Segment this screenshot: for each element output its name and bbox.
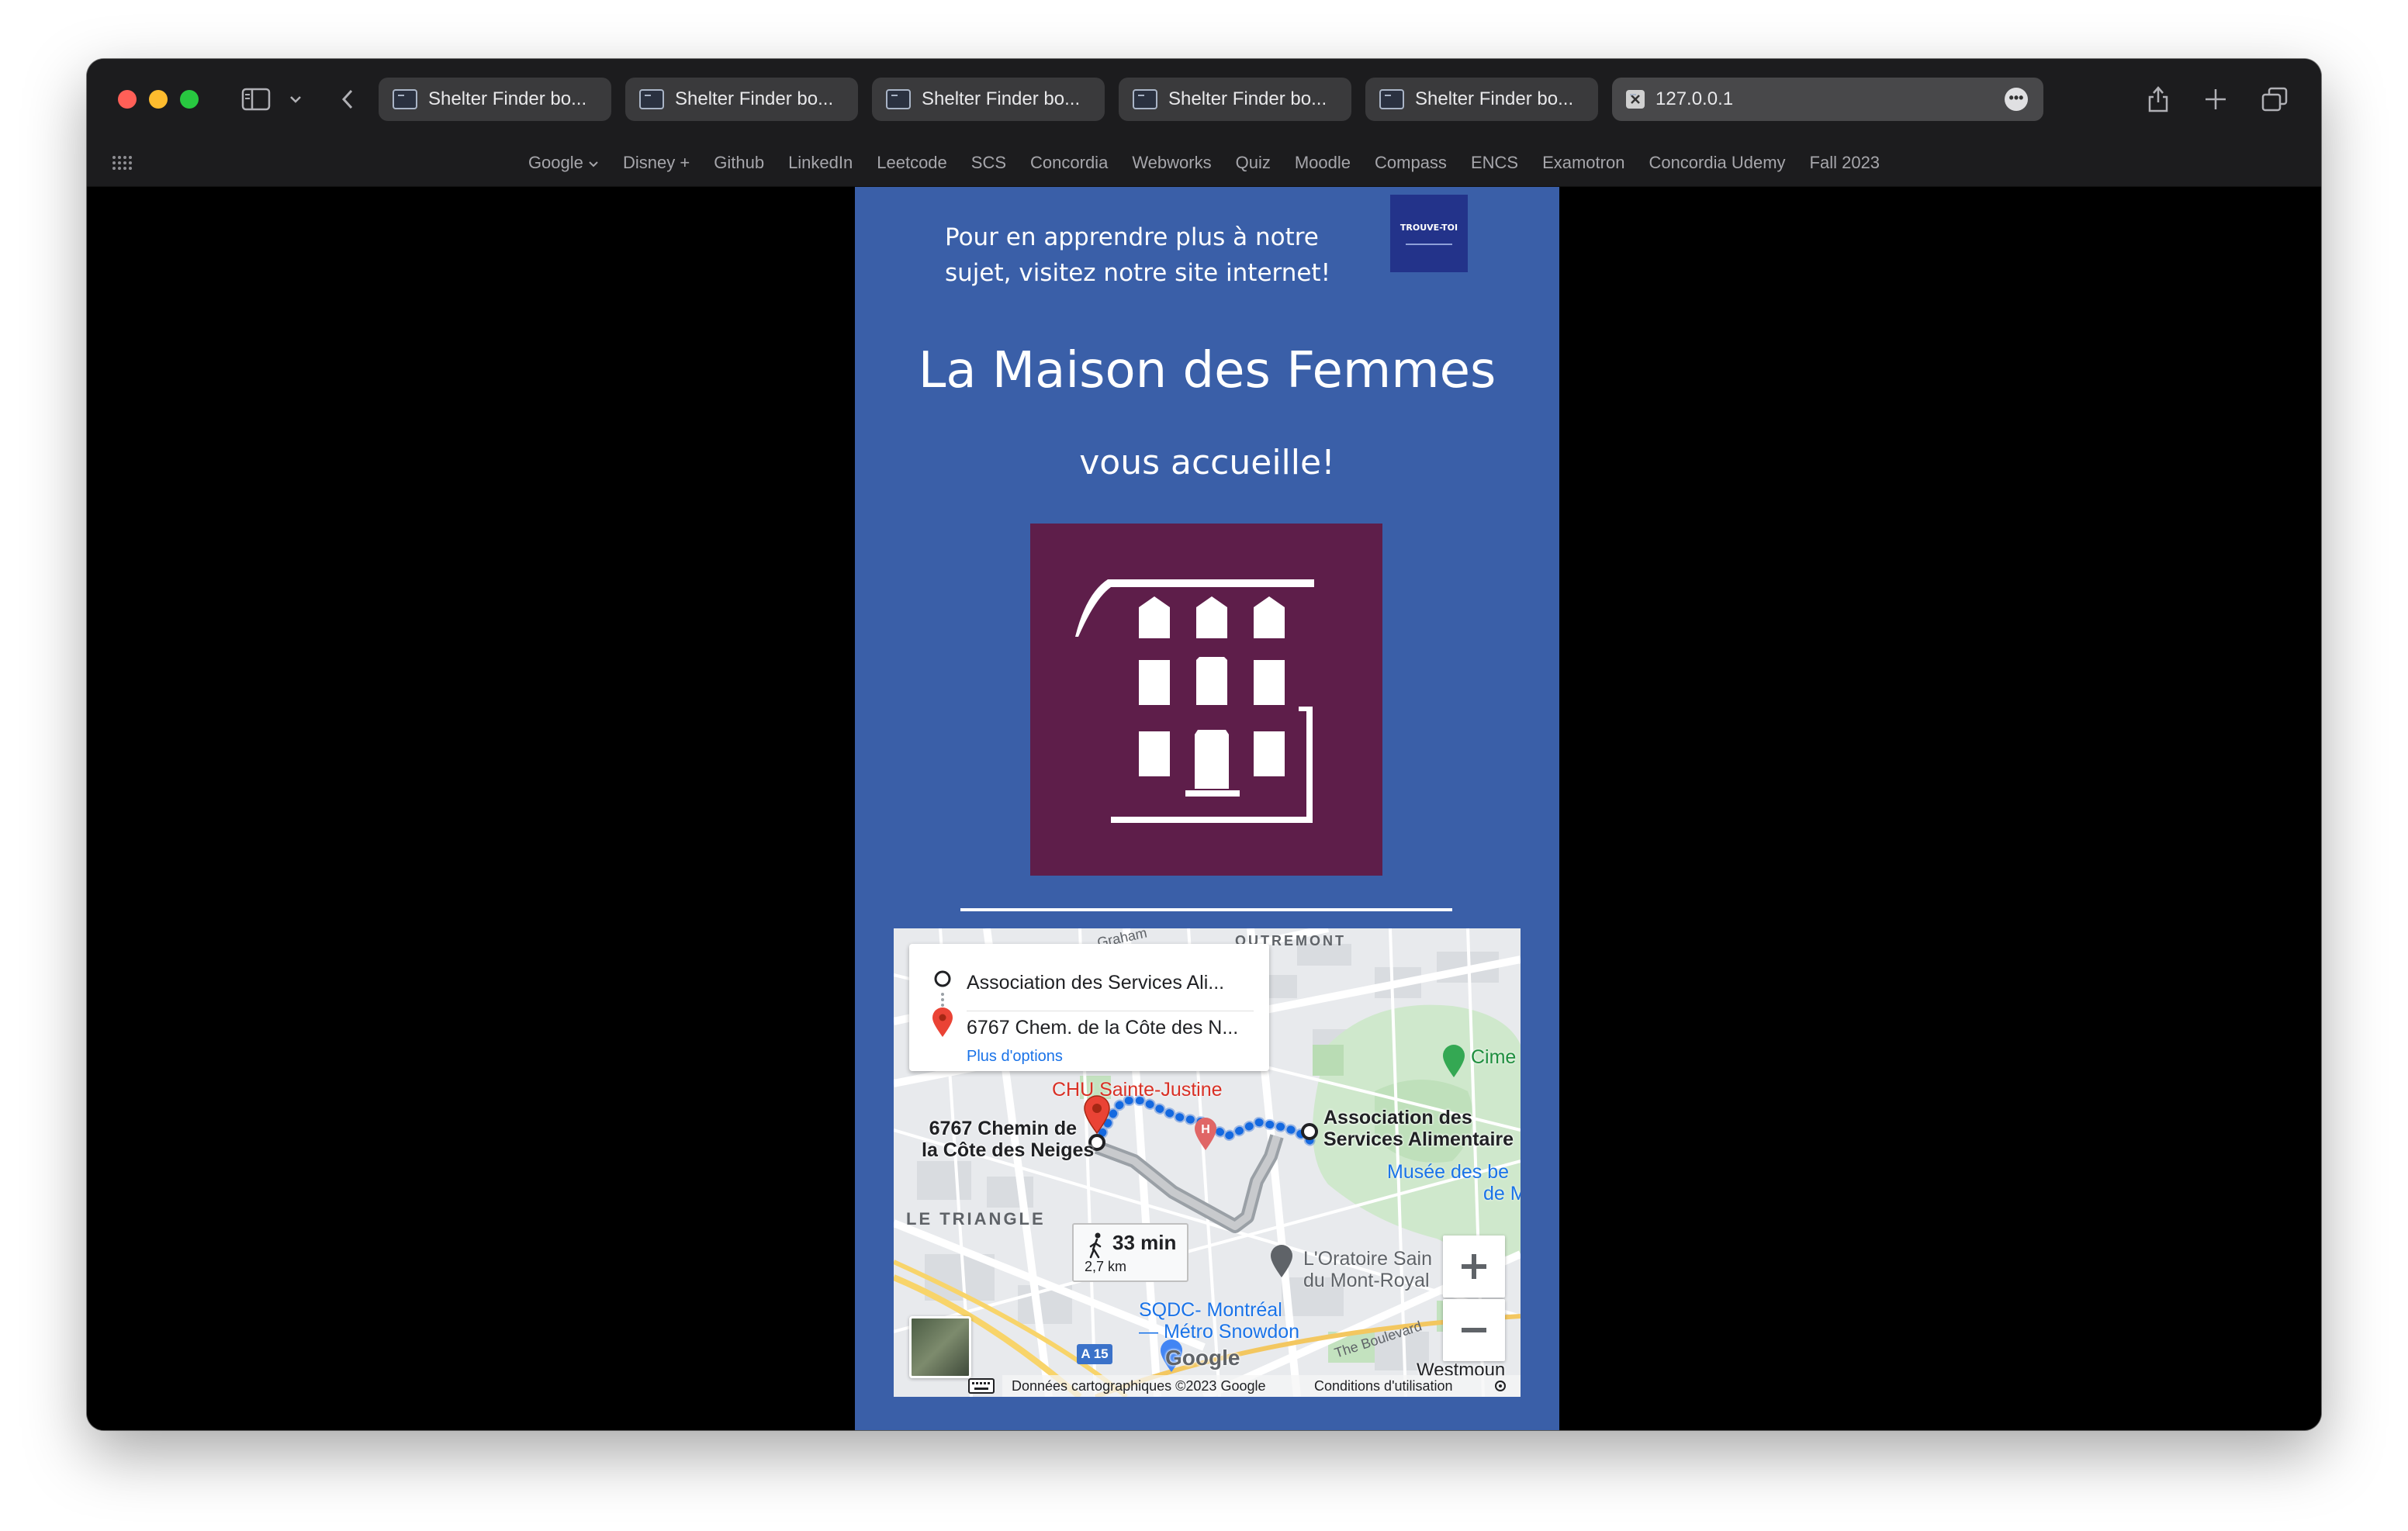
tab-label: Shelter Finder bo...: [922, 88, 1081, 109]
bookmark-list: Google Disney + Github LinkedIn Leetcode…: [87, 140, 2321, 186]
close-tab-icon[interactable]: [1626, 90, 1645, 109]
back-arrow-icon[interactable]: [334, 82, 362, 116]
map-attribution: Données cartographiques ©2023 Google Con…: [894, 1375, 1521, 1397]
sidebar-icon[interactable]: [239, 82, 273, 116]
tab-overview-icon[interactable]: [2259, 82, 2290, 116]
route-dots-icon: [941, 993, 944, 1007]
svg-text:H: H: [1201, 1123, 1210, 1136]
tab-label: Shelter Finder bo...: [1168, 88, 1327, 109]
poi-label-hospital: CHU Sainte-Justine: [1052, 1079, 1223, 1101]
report-error-icon[interactable]: [1494, 1380, 1507, 1392]
plus-icon: [1462, 1254, 1486, 1279]
shelter-name: La Maison des Femmes: [918, 342, 1496, 399]
new-tab-icon[interactable]: [2200, 82, 2231, 116]
more-options-icon[interactable]: •••: [2005, 88, 2028, 111]
origin-address[interactable]: Association des Services Ali...: [967, 972, 1224, 994]
walking-eta-box[interactable]: 33 min 2,7 km: [1072, 1223, 1188, 1282]
bookmarks-bar: Google Disney + Github LinkedIn Leetcode…: [87, 140, 2321, 187]
map-label-origin: Association des Services Alimentaire: [1323, 1107, 1514, 1150]
welcome-text: vous accueille!: [1079, 443, 1335, 482]
terminal-icon: [393, 89, 417, 109]
highway-shield-a15: A 15: [1077, 1344, 1112, 1364]
poi-label-cimetiere: Cime: [1471, 1046, 1517, 1068]
map-data-attribution: Données cartographiques ©2023 Google: [1012, 1378, 1266, 1394]
tab-label: Shelter Finder bo...: [428, 88, 587, 109]
bookmark-concordia-udemy[interactable]: Concordia Udemy: [1649, 153, 1785, 173]
keyboard-shortcuts-icon[interactable]: [968, 1378, 995, 1394]
shelter-logo: [1030, 524, 1382, 876]
terminal-icon: [639, 89, 664, 109]
bookmark-encs[interactable]: ENCS: [1471, 153, 1518, 173]
bookmark-examotron[interactable]: Examotron: [1542, 153, 1624, 173]
maximize-window-button[interactable]: [180, 90, 199, 109]
eta-distance: 2,7 km: [1085, 1259, 1127, 1274]
bookmark-google[interactable]: Google: [528, 153, 599, 173]
poi-label-sqdc: SQDC- Montréal — Métro Snowdon: [1139, 1299, 1300, 1343]
section-divider: [960, 908, 1452, 911]
minus-icon: [1462, 1328, 1486, 1332]
origin-circle-icon: [934, 970, 951, 987]
bookmark-concordia[interactable]: Concordia: [1030, 153, 1108, 173]
bookmark-quiz[interactable]: Quiz: [1236, 153, 1271, 173]
zoom-in-button[interactable]: [1443, 1236, 1505, 1298]
logo-underline: [1406, 243, 1452, 245]
terminal-icon: [1133, 89, 1157, 109]
bookmark-fall-2023[interactable]: Fall 2023: [1810, 153, 1880, 173]
destination-pin-icon: [932, 1007, 953, 1037]
building-icon: [1075, 579, 1314, 823]
more-options-link[interactable]: Plus d'options: [967, 1048, 1063, 1066]
directions-map[interactable]: H Graham OUTREMONT Cime CHU Sainte-Justi…: [894, 928, 1521, 1397]
destination-address[interactable]: 6767 Chem. de la Côte des N...: [967, 1017, 1238, 1039]
poi-label-museum: Musée des be de M: [1387, 1161, 1521, 1204]
area-label-le-triangle: LE TRIANGLE: [906, 1209, 1046, 1229]
promo-text: Pour en apprendre plus à notre sujet, vi…: [945, 223, 1331, 287]
map-label-destination: 6767 Chemin de la Côte des Neiges: [922, 1118, 1095, 1161]
tab-label: Shelter Finder bo...: [1415, 88, 1574, 109]
eta-time: 33 min: [1112, 1231, 1177, 1254]
terminal-icon: [886, 89, 911, 109]
terminal-icon: [1379, 89, 1404, 109]
tab-shelter-finder-4[interactable]: Shelter Finder bo...: [1119, 78, 1351, 121]
bookmark-leetcode[interactable]: Leetcode: [877, 153, 947, 173]
bookmark-moodle[interactable]: Moodle: [1295, 153, 1351, 173]
walking-person-icon: [1089, 1232, 1102, 1259]
poi-label-oratoire: L'Oratoire Sain du Mont-Royal: [1303, 1248, 1432, 1291]
tab-localhost[interactable]: 127.0.0.1 •••: [1612, 78, 2043, 121]
bookmark-scs[interactable]: SCS: [971, 153, 1006, 173]
bookmark-disney[interactable]: Disney +: [623, 153, 690, 173]
tab-shelter-finder-1[interactable]: Shelter Finder bo...: [379, 78, 611, 121]
chevron-down-icon[interactable]: [284, 82, 307, 116]
shelter-page: Pour en apprendre plus à notre sujet, vi…: [855, 187, 1559, 1430]
zoom-out-button[interactable]: [1443, 1299, 1505, 1361]
title-bar: Shelter Finder bo... Shelter Finder bo..…: [87, 59, 2321, 140]
google-logo: Google: [1165, 1346, 1240, 1370]
bookmark-webworks[interactable]: Webworks: [1132, 153, 1211, 173]
tab-label: 127.0.0.1: [1656, 88, 1734, 109]
terms-of-use-link[interactable]: Conditions d'utilisation: [1314, 1378, 1453, 1394]
tab-shelter-finder-3[interactable]: Shelter Finder bo...: [872, 78, 1105, 121]
tab-label: Shelter Finder bo...: [675, 88, 834, 109]
bookmark-github[interactable]: Github: [714, 153, 764, 173]
share-icon[interactable]: [2143, 82, 2174, 116]
minimize-window-button[interactable]: [149, 90, 168, 109]
tab-shelter-finder-5[interactable]: Shelter Finder bo...: [1365, 78, 1598, 121]
website-logo-text: TROUVE-TOI: [1399, 222, 1458, 233]
satellite-toggle[interactable]: [909, 1316, 971, 1378]
chevron-down-icon: [589, 161, 598, 168]
close-window-button[interactable]: [118, 90, 137, 109]
bookmark-linkedin[interactable]: LinkedIn: [788, 153, 853, 173]
tab-shelter-finder-2[interactable]: Shelter Finder bo...: [625, 78, 858, 121]
browser-window: Shelter Finder bo... Shelter Finder bo..…: [87, 59, 2321, 1430]
directions-card: Association des Services Ali... 6767 Che…: [909, 944, 1269, 1071]
website-logo-link[interactable]: TROUVE-TOI: [1390, 195, 1468, 272]
bookmark-compass[interactable]: Compass: [1375, 153, 1447, 173]
web-content: Pour en apprendre plus à notre sujet, vi…: [87, 187, 2321, 1430]
